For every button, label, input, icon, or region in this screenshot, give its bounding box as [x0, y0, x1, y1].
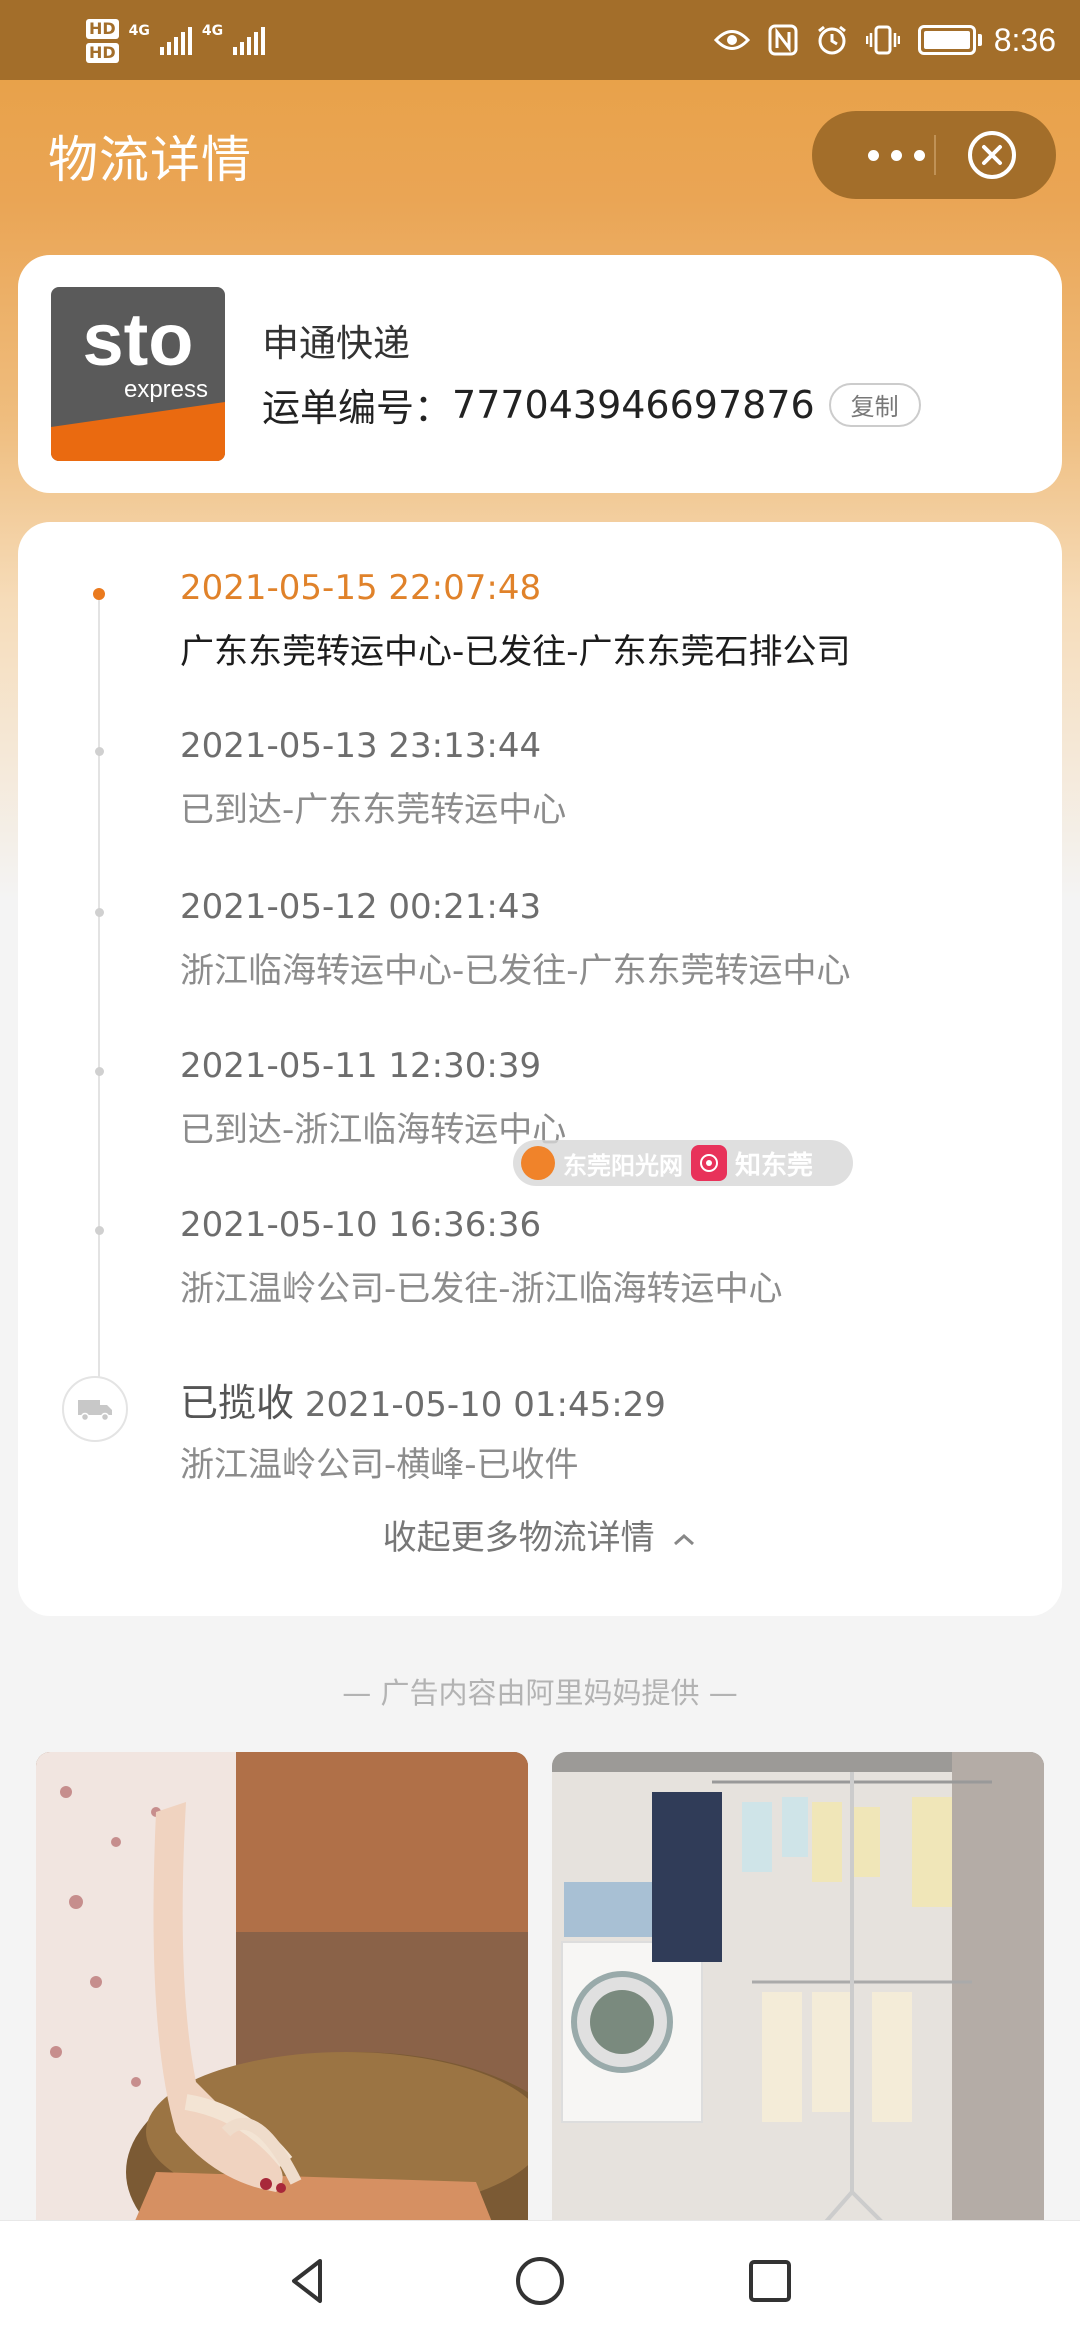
- waybill-label: 运单编号：: [262, 386, 453, 430]
- event-time: 2021-05-10 16:36:36: [180, 1205, 542, 1245]
- recent-apps-icon[interactable]: [738, 2249, 802, 2313]
- status-icons: 8:36: [713, 0, 1056, 80]
- close-circle-icon[interactable]: [966, 129, 1018, 181]
- tracking-event: 2021-05-12 00:21:43 浙江临海转运中心-已发往-广东东莞转运中…: [180, 887, 1040, 992]
- watermark-text: 知东莞: [735, 1150, 814, 1181]
- nfc-icon: [768, 24, 798, 56]
- waybill-row: 运单编号： 777043946697876 复制: [262, 377, 921, 432]
- tracking-event: 2021-05-11 12:30:39 已到达-浙江临海转运中心: [180, 1046, 1040, 1151]
- network-type: 4G: [201, 23, 224, 39]
- logo-text: sto: [83, 298, 194, 381]
- timeline-dot: [95, 908, 104, 917]
- waybill-number: 777043946697876: [452, 382, 815, 427]
- system-nav-bar: [0, 2220, 1080, 2341]
- watermark-eye-icon: [691, 1145, 727, 1181]
- vibrate-icon: [865, 25, 900, 55]
- page-title: 物流详情: [48, 131, 252, 189]
- tracking-event: 2021-05-10 16:36:36 浙江温岭公司-已发往-浙江临海转运中心: [180, 1205, 1040, 1310]
- hd-badge: HD: [86, 19, 119, 39]
- watermark: 东莞阳光网 知东莞: [513, 1140, 853, 1186]
- collapse-details-link[interactable]: 收起更多物流详情: [18, 1510, 1062, 1559]
- status-bar: HD HD 4G 4G 8:36: [0, 0, 1080, 80]
- timeline-dot-active: [93, 588, 105, 600]
- hd-badges: HD HD: [86, 19, 119, 63]
- watermark-logo-icon: [521, 1146, 555, 1180]
- watermark-text: 东莞阳光网: [563, 1151, 683, 1180]
- signal-group: HD HD 4G 4G: [86, 12, 266, 70]
- tracking-event: 2021-05-15 22:07:48 广东东莞转运中心-已发往-广东东莞石排公…: [180, 568, 1040, 673]
- event-time: 2021-05-10 01:45:29: [304, 1385, 666, 1425]
- tracking-event-collected: 已揽收 2021-05-10 01:45:29 浙江温岭公司-横峰-已收件: [180, 1372, 1040, 1486]
- truck-icon: [62, 1376, 128, 1442]
- timeline-dot: [95, 747, 104, 756]
- courier-name: 申通快递: [262, 322, 410, 365]
- battery-icon: [917, 25, 982, 55]
- tracking-event: 2021-05-13 23:13:44 已到达-广东东莞转运中心: [180, 726, 1040, 831]
- back-icon[interactable]: [276, 2249, 340, 2313]
- title-bar: 物流详情: [0, 80, 1080, 230]
- timeline-dot: [95, 1067, 104, 1076]
- event-desc: 已到达-广东东莞转运中心: [180, 790, 567, 830]
- network-type: 4G: [128, 23, 150, 39]
- home-icon[interactable]: [508, 2249, 572, 2313]
- collapse-label: 收起更多物流详情: [382, 1518, 655, 1558]
- timeline-dot: [95, 1226, 104, 1235]
- event-desc: 浙江临海转运中心-已发往-广东东莞转运中心: [180, 951, 851, 991]
- event-desc: 浙江温岭公司-已发往-浙江临海转运中心: [180, 1269, 783, 1309]
- alarm-icon: [817, 25, 846, 55]
- more-dots-icon[interactable]: [836, 111, 956, 199]
- chevron-up-icon: [674, 1533, 695, 1545]
- tracking-card: 2021-05-15 22:07:48 广东东莞转运中心-已发往-广东东莞石排公…: [18, 522, 1062, 1616]
- miniprogram-capsule: [812, 111, 1056, 199]
- timeline-line: [98, 594, 100, 1424]
- courier-card: sto express 申通快递 运单编号： 777043946697876 复…: [18, 255, 1062, 493]
- eye-icon: [713, 30, 750, 50]
- event-time: 2021-05-15 22:07:48: [180, 568, 542, 608]
- clock: 8:36: [993, 21, 1056, 58]
- ad-disclaimer: — 广告内容由阿里妈妈提供 —: [342, 1676, 738, 1710]
- copy-button[interactable]: 复制: [828, 382, 921, 427]
- event-desc: 广东东莞转运中心-已发往-广东东莞石排公司: [180, 632, 851, 672]
- signal-icon: [233, 27, 266, 55]
- event-desc: 浙江温岭公司-横峰-已收件: [180, 1445, 579, 1485]
- sto-logo: sto express: [51, 287, 225, 461]
- event-time: 2021-05-11 12:30:39: [180, 1046, 542, 1086]
- capsule-divider: [934, 135, 936, 175]
- logo-subtext: express: [124, 376, 208, 403]
- collected-status: 已揽收: [180, 1381, 295, 1425]
- event-time: 2021-05-12 00:21:43: [180, 887, 542, 927]
- event-time: 2021-05-13 23:13:44: [180, 726, 542, 766]
- signal-icon: [159, 27, 192, 55]
- hd-badge: HD: [86, 43, 119, 63]
